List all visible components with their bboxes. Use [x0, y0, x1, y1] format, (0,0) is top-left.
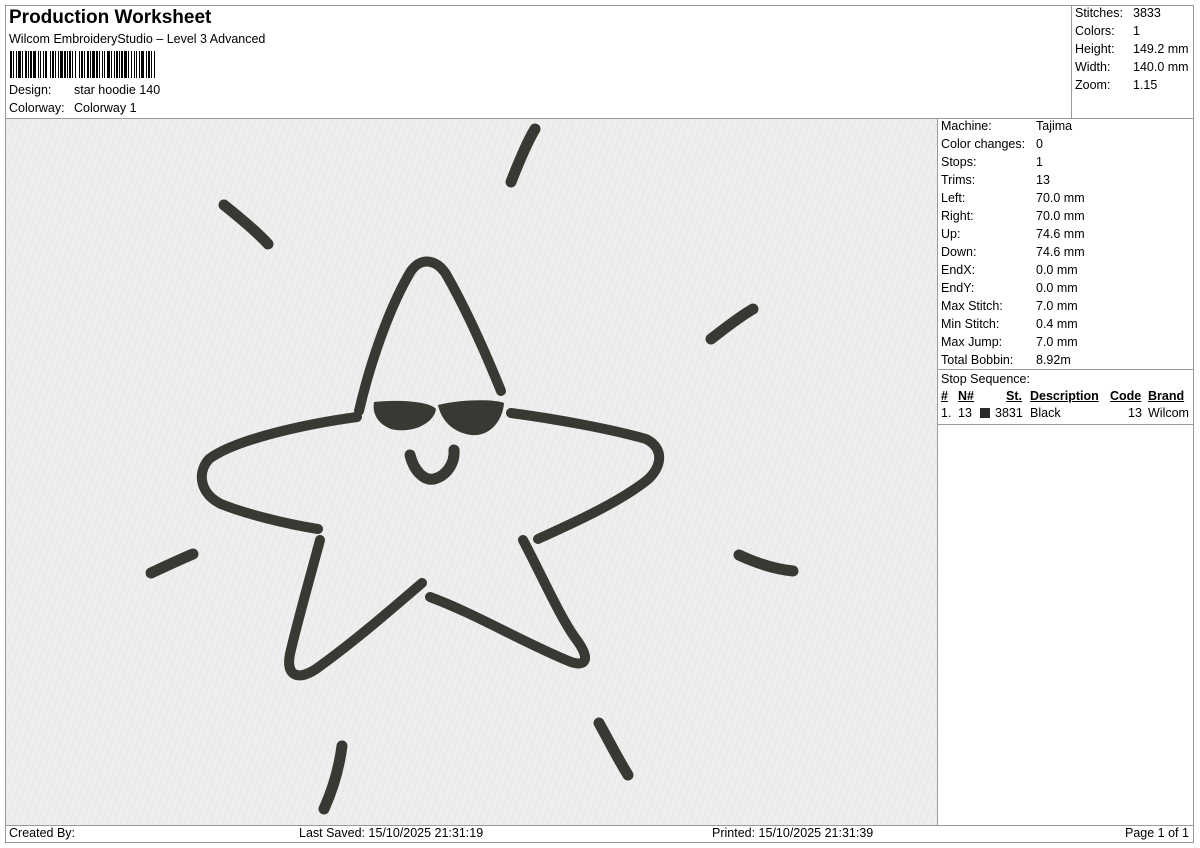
machine-info-value: Tajima [1036, 119, 1073, 133]
machine-info-value: 1 [1036, 155, 1043, 169]
col-header-brand: Brand [1148, 389, 1185, 403]
machine-info-row: Right: 70.0 mm [941, 209, 1085, 223]
height-row: Height: 149.2 mm [1075, 42, 1189, 56]
row-code: 13 [1128, 406, 1142, 420]
height-value: 149.2 mm [1133, 42, 1189, 56]
stitches-row: Stitches: 3833 [1075, 6, 1161, 20]
machine-info-label: Trims: [941, 173, 976, 187]
machine-info-value: 74.6 mm [1036, 245, 1085, 259]
thread-color-swatch [980, 408, 990, 418]
machine-info-value: 13 [1036, 173, 1050, 187]
machine-info-value: 7.0 mm [1036, 335, 1078, 349]
software-name: Wilcom EmbroideryStudio – Level 3 Advanc… [9, 32, 266, 46]
stop-sequence-divider-bottom [937, 424, 1194, 425]
machine-info-value: 0.0 mm [1036, 281, 1078, 295]
machine-info-row: Max Stitch: 7.0 mm [941, 299, 1078, 313]
machine-info-label: EndY: [941, 281, 975, 295]
machine-info-label: Min Stitch: [941, 317, 1000, 331]
summary-divider [1071, 5, 1072, 118]
machine-info-value: 74.6 mm [1036, 227, 1085, 241]
height-label: Height: [1075, 42, 1115, 56]
design-row: Design: star hoodie 140 [9, 83, 160, 97]
printed-date: Printed: 15/10/2025 21:31:39 [712, 826, 874, 840]
last-saved: Last Saved: 15/10/2025 21:31:19 [299, 826, 484, 840]
colorway-row: Colorway: Colorway 1 [9, 101, 137, 115]
zoom-value: 1.15 [1133, 78, 1158, 92]
col-header-code: Code [1110, 389, 1142, 403]
machine-info-value: 0 [1036, 137, 1043, 151]
row-index: 1. [941, 406, 952, 420]
colorway-label: Colorway: [9, 101, 65, 115]
stop-sequence-title: Stop Sequence: [941, 372, 1030, 386]
page-number: Page 1 of 1 [1125, 826, 1189, 840]
machine-info-row: Machine: Tajima [941, 119, 1072, 133]
side-panel-divider [937, 118, 938, 825]
machine-info-row: Down: 74.6 mm [941, 245, 1085, 259]
zoom-label: Zoom: [1075, 78, 1111, 92]
stitches-value: 3833 [1133, 6, 1161, 20]
design-preview [6, 119, 937, 825]
created-by: Created By: [9, 826, 76, 840]
machine-info-row: EndX: 0.0 mm [941, 263, 1078, 277]
machine-info-label: Down: [941, 245, 977, 259]
machine-info-row: Trims: 13 [941, 173, 1050, 187]
machine-info-row: EndY: 0.0 mm [941, 281, 1078, 295]
zoom-row: Zoom: 1.15 [1075, 78, 1157, 92]
col-header-needle: N# [958, 389, 974, 403]
design-value: star hoodie 140 [74, 83, 161, 97]
width-value: 140.0 mm [1133, 60, 1189, 74]
footer-divider [5, 825, 1194, 826]
barcode [10, 51, 155, 78]
stitches-label: Stitches: [1075, 6, 1123, 20]
row-needle: 13 [958, 406, 972, 420]
machine-info-value: 0.4 mm [1036, 317, 1078, 331]
row-stitches: 3831 [995, 406, 1023, 420]
machine-info-label: Max Stitch: [941, 299, 1003, 313]
colors-label: Colors: [1075, 24, 1115, 38]
machine-info-label: Total Bobbin: [941, 353, 1014, 367]
machine-info-row: Max Jump: 7.0 mm [941, 335, 1078, 349]
star-hoodie-embroidery [6, 119, 937, 825]
machine-info-value: 7.0 mm [1036, 299, 1078, 313]
machine-info-label: Left: [941, 191, 966, 205]
machine-info-label: Color changes: [941, 137, 1026, 151]
machine-info-label: Max Jump: [941, 335, 1003, 349]
machine-info-value: 8.92m [1036, 353, 1071, 367]
machine-info-label: EndX: [941, 263, 976, 277]
machine-info-label: Machine: [941, 119, 992, 133]
machine-info-row: Color changes: 0 [941, 137, 1043, 151]
worksheet-title: Production Worksheet [9, 7, 212, 28]
machine-info-label: Up: [941, 227, 961, 241]
colorway-value: Colorway 1 [74, 101, 137, 115]
machine-info-row: Total Bobbin: 8.92m [941, 353, 1071, 367]
machine-info-row: Left: 70.0 mm [941, 191, 1085, 205]
stop-sequence-divider-top [937, 369, 1194, 370]
fabric-background [6, 119, 937, 825]
row-description: Black [1030, 406, 1061, 420]
width-row: Width: 140.0 mm [1075, 60, 1189, 74]
machine-info-value: 70.0 mm [1036, 209, 1085, 223]
machine-info-row: Up: 74.6 mm [941, 227, 1085, 241]
col-header-stitches: St. [1006, 389, 1022, 403]
col-header-description: Description [1030, 389, 1099, 403]
machine-info-value: 70.0 mm [1036, 191, 1085, 205]
machine-info-value: 0.0 mm [1036, 263, 1078, 277]
width-label: Width: [1075, 60, 1111, 74]
machine-info-label: Right: [941, 209, 974, 223]
row-brand: Wilcom [1148, 406, 1189, 420]
machine-info-label: Stops: [941, 155, 977, 169]
colors-row: Colors: 1 [1075, 24, 1140, 38]
col-header-index: # [941, 389, 948, 403]
design-label: Design: [9, 83, 52, 97]
machine-info-row: Stops: 1 [941, 155, 1043, 169]
machine-info-row: Min Stitch: 0.4 mm [941, 317, 1078, 331]
colors-value: 1 [1133, 24, 1140, 38]
